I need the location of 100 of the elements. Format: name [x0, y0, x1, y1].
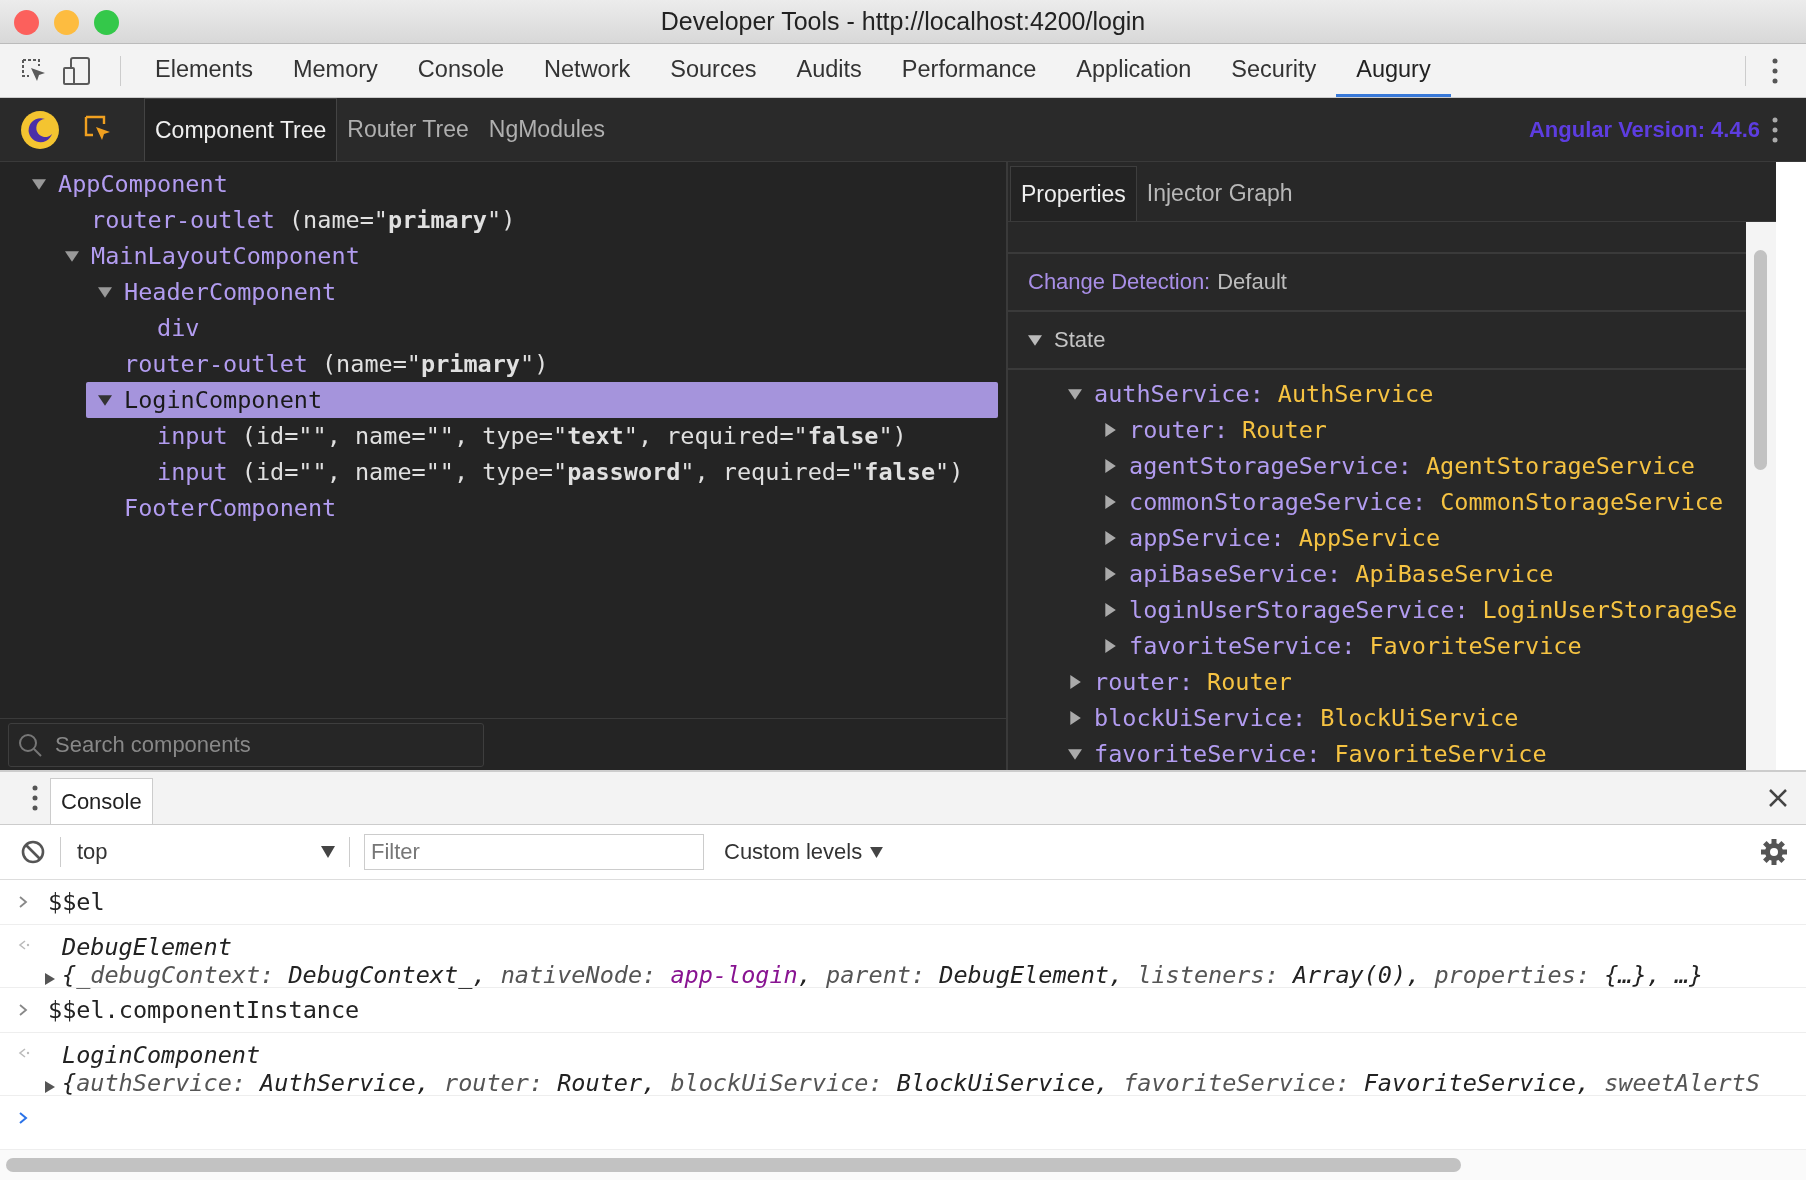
search-field[interactable]: Search components [8, 723, 484, 767]
property-key: favoriteService: [1094, 740, 1321, 768]
state-section-title: State [1054, 327, 1106, 353]
filter-field[interactable]: Filter [364, 834, 704, 870]
property-value: AppService [1298, 524, 1441, 552]
expanded-triangle-icon[interactable] [32, 177, 46, 191]
tree-node[interactable]: input (id="", name="", type="text", required="false") [119, 418, 998, 454]
search-icon [18, 733, 42, 757]
devtools-tab[interactable]: Security [1211, 44, 1337, 97]
expanded-triangle-icon[interactable] [1028, 333, 1042, 347]
property-key: router: [1094, 668, 1194, 696]
context-select[interactable]: top [75, 839, 335, 865]
node-attributes: (id="", name="", type="password", required="false") [241, 458, 964, 486]
expanded-triangle-icon[interactable] [1068, 747, 1082, 761]
window-title: Developer Tools - http://localhost:4200/login [660, 7, 1146, 36]
collapsed-triangle-icon[interactable] [1068, 675, 1082, 689]
devtools-tab[interactable]: Performance [881, 44, 1057, 97]
devtools-tab[interactable]: Console [397, 44, 525, 97]
property-value: Router [1242, 416, 1327, 444]
tree-node[interactable]: div [119, 310, 998, 346]
collapsed-triangle-icon[interactable] [44, 973, 56, 985]
devtools-tab[interactable]: Elements [135, 44, 273, 97]
property-value: FavoriteService [1369, 632, 1582, 660]
more-menu-icon[interactable] [1772, 57, 1778, 84]
devtools-tab[interactable]: Network [524, 44, 651, 97]
node-name: router-outlet [91, 206, 275, 234]
tree-node[interactable]: input (id="", name="", type="password", required="false") [119, 454, 998, 490]
collapsed-triangle-icon[interactable] [44, 1081, 56, 1093]
node-name: router-outlet [124, 350, 308, 378]
settings-icon[interactable] [1760, 838, 1788, 866]
node-name: LoginComponent [124, 386, 323, 414]
result-summary: {authService: AuthService, router: Router, blockUiService: BlockUiService, favoriteService: FavoriteService, sweetAlertS [62, 1069, 1760, 1097]
clear-console-icon[interactable] [20, 839, 46, 865]
expanded-triangle-icon[interactable] [98, 285, 112, 299]
property-key: authService: [1094, 380, 1264, 408]
node-name: div [157, 314, 200, 342]
view-tab[interactable]: NgModules [478, 98, 616, 161]
property-key: router: [1129, 416, 1229, 444]
tree-node[interactable]: HeaderComponent [86, 274, 998, 310]
tree-node[interactable]: AppComponent [20, 166, 998, 202]
view-tab[interactable]: Router Tree [337, 98, 479, 161]
view-tab[interactable]: Component Tree [144, 98, 338, 161]
collapsed-triangle-icon[interactable] [1103, 567, 1117, 581]
node-name: AppComponent [58, 170, 228, 198]
tree-node[interactable]: router-outlet (name="primary") [53, 202, 998, 238]
device-toolbar-icon[interactable] [62, 55, 92, 86]
console-command: $$el.componentInstance [48, 996, 360, 1024]
properties-tab[interactable]: Injector Graph [1136, 166, 1303, 221]
tree-node[interactable]: router-outlet (name="primary") [86, 346, 998, 382]
scrollbar-thumb[interactable] [6, 1158, 1461, 1172]
property-key: blockUiService: [1094, 704, 1307, 732]
node-name: input [157, 458, 228, 486]
caret-icon [870, 846, 884, 858]
collapsed-triangle-icon[interactable] [1103, 495, 1117, 509]
expanded-triangle-icon[interactable] [98, 393, 112, 407]
property-value: ApiBaseService [1355, 560, 1554, 588]
collapsed-triangle-icon[interactable] [1103, 459, 1117, 473]
collapsed-triangle-icon[interactable] [1068, 711, 1082, 725]
result-title: LoginComponent [62, 1041, 262, 1069]
devtools-tab[interactable]: Application [1056, 44, 1212, 97]
node-attributes: (id="", name="", type="text", required="false") [241, 422, 907, 450]
devtools-tab[interactable]: Sources [650, 44, 777, 97]
property-value: FavoriteService [1334, 740, 1547, 768]
expanded-triangle-icon[interactable] [65, 249, 79, 263]
property-value: Router [1207, 668, 1292, 696]
prompt-chevron-icon[interactable] [18, 1111, 28, 1125]
collapsed-triangle-icon[interactable] [1103, 603, 1117, 617]
scrollbar-thumb[interactable] [1754, 250, 1767, 470]
tree-node[interactable]: MainLayoutComponent [53, 238, 998, 274]
node-attributes: (name="primary") [288, 206, 516, 234]
angular-version-label: Angular Version: 4.4.6 [1528, 116, 1760, 143]
moon-logo-icon[interactable] [20, 109, 60, 150]
tree-node[interactable]: FooterComponent [86, 490, 998, 526]
drawer-tab[interactable]: Console [50, 778, 153, 824]
collapsed-triangle-icon[interactable] [1103, 531, 1117, 545]
properties-tab[interactable]: Properties [1010, 166, 1137, 221]
node-name: input [157, 422, 228, 450]
result-arrow-icon [18, 1047, 30, 1059]
node-name: MainLayoutComponent [91, 242, 360, 270]
node-attributes: (name="primary") [321, 350, 549, 378]
result-title: DebugElement [62, 933, 233, 961]
levels-dropdown[interactable]: Custom levels [718, 838, 890, 866]
expanded-triangle-icon[interactable] [1068, 387, 1082, 401]
result-arrow-icon [18, 939, 30, 951]
property-key: commonStorageService: [1129, 488, 1427, 516]
input-chevron-icon [18, 1003, 28, 1017]
devtools-tab[interactable]: Audits [776, 44, 882, 97]
devtools-tab[interactable]: Memory [272, 44, 398, 97]
property-value: CommonStorageService [1440, 488, 1724, 516]
more-menu-icon[interactable] [1772, 116, 1778, 143]
property-value: AuthService [1277, 380, 1434, 408]
collapsed-triangle-icon[interactable] [1103, 423, 1117, 437]
input-chevron-icon [18, 895, 28, 909]
property-value: AgentStorageService [1425, 452, 1695, 480]
collapsed-triangle-icon[interactable] [1103, 639, 1117, 653]
property-key: appService: [1129, 524, 1285, 552]
property-key: agentStorageService: [1129, 452, 1412, 480]
drawer-menu-icon[interactable] [32, 785, 38, 811]
tree-node[interactable]: LoginComponent [86, 382, 998, 418]
close-icon[interactable] [1768, 788, 1788, 808]
